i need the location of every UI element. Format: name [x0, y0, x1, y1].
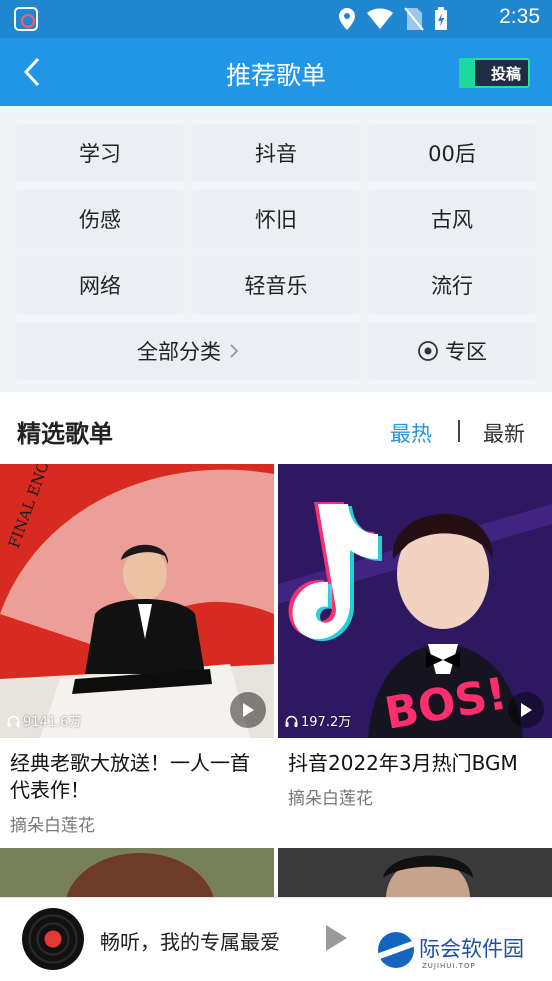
featured-header: 精选歌单 最热 最新 — [0, 392, 552, 464]
category-chip[interactable]: 学习 — [16, 124, 184, 182]
album-art-illustration — [66, 853, 214, 898]
music-app-notification-icon — [14, 7, 38, 31]
tab-hot[interactable]: 最热 — [390, 418, 432, 448]
clock: 2:35 — [499, 5, 540, 28]
app-screen: 2:35 推荐歌单 投稿 学习 抖音 00后 伤感 怀旧 古风 网络 轻音乐 流… — [0, 0, 552, 981]
category-panel: 学习 抖音 00后 伤感 怀旧 古风 网络 轻音乐 流行 全部分类 专区 — [0, 106, 552, 392]
chevron-right-icon — [230, 344, 239, 358]
category-chip[interactable]: 轻音乐 — [192, 256, 360, 314]
playlist-card[interactable]: FINAL ENCOUNTER 9141.6万 经典老歌大放送！一人一首代表作！… — [0, 464, 274, 836]
playlist-cover[interactable]: BOS! 197.2万 — [278, 464, 552, 738]
playlist-cover[interactable]: FINAL ENCOUNTER 9141.6万 — [0, 464, 274, 738]
tab-new[interactable]: 最新 — [483, 418, 525, 448]
category-chip[interactable]: 伤感 — [16, 190, 184, 248]
album-art-illustration — [278, 848, 552, 898]
headphones-icon — [285, 715, 298, 727]
wifi-icon — [367, 8, 393, 29]
playlist-cover-partial[interactable] — [0, 848, 274, 898]
album-art-illustration: BOS! — [278, 464, 552, 738]
category-chip[interactable]: 网络 — [16, 256, 184, 314]
app-bar: 推荐歌单 投稿 — [0, 38, 552, 106]
location-icon — [339, 8, 355, 30]
target-icon — [418, 341, 438, 361]
all-categories-label: 全部分类 — [137, 340, 221, 364]
submit-label: 投稿 — [490, 64, 521, 83]
play-button[interactable] — [508, 692, 544, 728]
zone-button[interactable]: 专区 — [368, 322, 536, 380]
play-count: 9141.6万 — [7, 711, 82, 730]
playlist-title: 经典老歌大放送！一人一首代表作！ — [10, 751, 250, 802]
globe-logo-icon — [378, 932, 414, 968]
category-chip[interactable]: 怀旧 — [192, 190, 360, 248]
album-art-illustration: FINAL ENCOUNTER — [0, 464, 274, 738]
play-icon — [521, 703, 532, 717]
battery-charging-icon — [435, 7, 447, 30]
vinyl-disc-icon[interactable] — [22, 908, 84, 970]
play-count: 197.2万 — [285, 711, 351, 730]
category-chip[interactable]: 流行 — [368, 256, 536, 314]
watermark-subtext: ZUJIHUI.TOP — [422, 962, 476, 970]
status-bar: 2:35 — [0, 0, 552, 38]
play-button[interactable] — [230, 692, 266, 728]
all-categories-button[interactable]: 全部分类 — [16, 322, 360, 380]
category-chip[interactable]: 抖音 — [192, 124, 360, 182]
playlist-title: 抖音2022年3月热门BGM — [288, 751, 518, 775]
playlist-author: 摘朵白莲花 — [10, 816, 95, 836]
system-icons — [338, 6, 448, 32]
play-count-value: 9141.6万 — [23, 715, 82, 730]
submit-icon — [459, 58, 475, 88]
now-playing-title: 畅听，我的专属最爱 — [100, 930, 280, 954]
play-count-value: 197.2万 — [301, 715, 352, 730]
playlist-author: 摘朵白莲花 — [288, 789, 373, 809]
playlist-cover-partial[interactable] — [278, 848, 552, 898]
section-title: 精选歌单 — [17, 420, 113, 448]
headphones-icon — [7, 715, 20, 727]
no-sim-icon — [404, 7, 424, 31]
tab-divider — [458, 420, 460, 442]
site-watermark: 际会软件园 ZUJIHUI.TOP — [352, 922, 552, 981]
category-chip[interactable]: 古风 — [368, 190, 536, 248]
category-chip[interactable]: 00后 — [368, 124, 536, 182]
play-icon — [243, 703, 254, 717]
player-play-button[interactable] — [322, 922, 350, 954]
zone-label: 专区 — [445, 340, 487, 364]
playlist-grid: FINAL ENCOUNTER 9141.6万 经典老歌大放送！一人一首代表作！… — [0, 464, 552, 894]
playlist-card[interactable]: BOS! 197.2万 抖音2022年3月热门BGM 摘朵白莲花 — [278, 464, 552, 809]
submit-button[interactable]: 投稿 — [459, 58, 530, 88]
watermark-text: 际会软件园 — [419, 937, 524, 961]
